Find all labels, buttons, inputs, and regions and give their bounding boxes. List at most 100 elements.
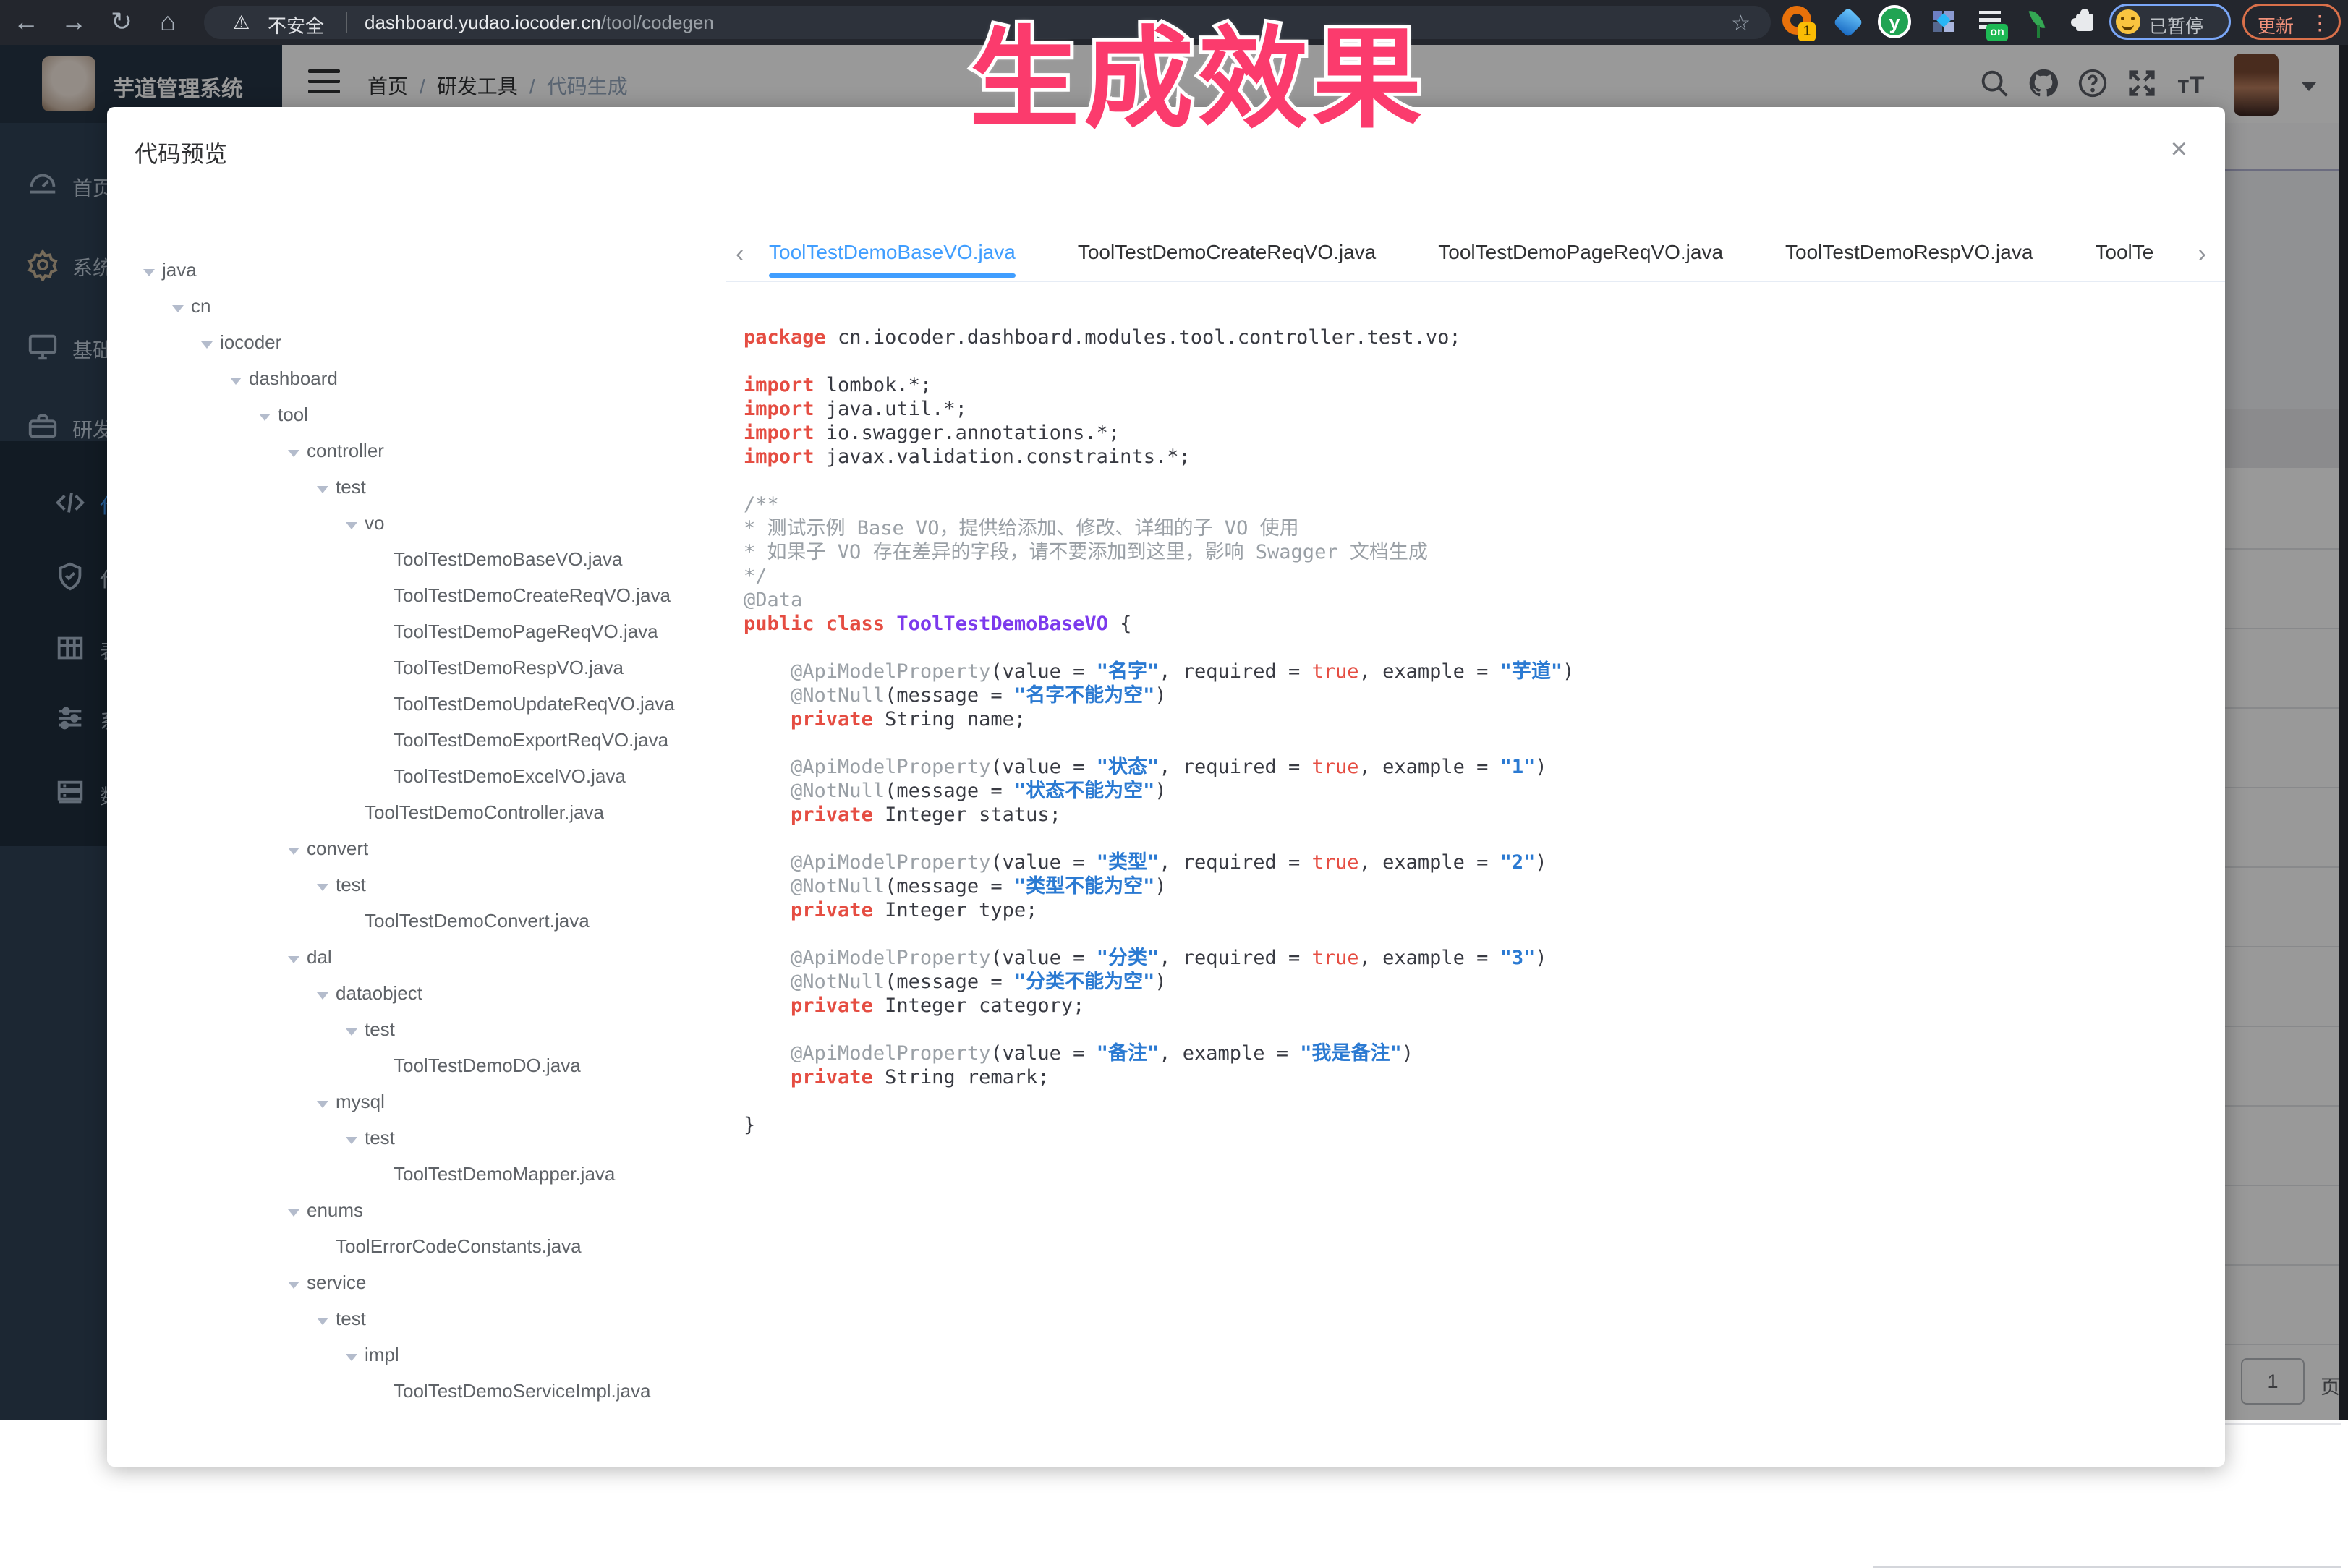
extension-icon-3[interactable]: y bbox=[1875, 4, 1913, 41]
tree-expand-caret-icon[interactable] bbox=[201, 331, 220, 354]
tree-file-node[interactable]: ToolTestDemoPageReqVO.java bbox=[107, 613, 726, 649]
extension-icon-2[interactable] bbox=[1829, 4, 1866, 41]
tree-expand-caret-icon[interactable] bbox=[346, 1127, 365, 1149]
tree-folder-node[interactable]: test bbox=[107, 1300, 726, 1337]
tree-file-node[interactable]: ToolTestDemoConvert.java bbox=[107, 903, 726, 939]
tree-folder-node[interactable]: enums bbox=[107, 1192, 726, 1228]
tree-folder-node[interactable]: iocoder bbox=[107, 324, 726, 360]
tree-folder-node[interactable]: vo bbox=[107, 505, 726, 541]
tree-folder-node[interactable]: test bbox=[107, 1120, 726, 1156]
extension-icon-6[interactable] bbox=[2020, 4, 2057, 41]
tree-expand-caret-icon[interactable] bbox=[317, 1308, 336, 1330]
close-icon[interactable]: × bbox=[2171, 135, 2187, 163]
browser-menu-icon[interactable]: ⋮ bbox=[2310, 11, 2330, 35]
tree-folder-node[interactable]: dashboard bbox=[107, 360, 726, 396]
green-circle-icon: y bbox=[1878, 5, 1911, 38]
code-preview-dialog: 代码预览 × javacniocoderdashboardtoolcontrol… bbox=[107, 107, 2225, 1467]
tree-expand-caret-icon[interactable] bbox=[288, 946, 307, 968]
tree-node-label: test bbox=[336, 476, 366, 498]
tree-file-node[interactable]: ToolTestDemoController.java bbox=[107, 794, 726, 830]
tree-expand-caret-icon[interactable] bbox=[288, 1271, 307, 1294]
tree-folder-node[interactable]: service bbox=[107, 1264, 726, 1300]
code-line: public class ToolTestDemoBaseVO { bbox=[744, 612, 2225, 636]
extensions-menu-button[interactable] bbox=[2066, 4, 2104, 41]
tree-file-node[interactable]: ToolTestDemoExcelVO.java bbox=[107, 758, 726, 794]
extension-icon-5[interactable]: on bbox=[1972, 4, 2009, 41]
tree-folder-node[interactable]: mysql bbox=[107, 1083, 726, 1120]
tree-file-node[interactable]: ToolErrorCodeConstants.java bbox=[107, 1228, 726, 1264]
tree-expand-caret-icon[interactable] bbox=[317, 476, 336, 498]
window-scrollbar-strip[interactable] bbox=[2339, 45, 2348, 1420]
tree-expand-caret-icon[interactable] bbox=[317, 1091, 336, 1113]
tree-folder-node[interactable]: controller bbox=[107, 433, 726, 469]
code-line: * 如果子 VO 存在差异的字段，请不要添加到这里，影响 Swagger 文档生… bbox=[744, 540, 2225, 564]
tree-folder-node[interactable]: tool bbox=[107, 396, 726, 433]
tree-expand-caret-icon[interactable] bbox=[346, 1018, 365, 1041]
tree-node-label: iocoder bbox=[220, 331, 281, 354]
tree-folder-node[interactable]: java bbox=[107, 252, 726, 288]
browser-profile-chip[interactable]: 已暂停 bbox=[2109, 4, 2231, 40]
tree-node-label: service bbox=[307, 1271, 366, 1294]
tree-expand-caret-icon[interactable] bbox=[288, 1199, 307, 1222]
tree-expand-caret-icon[interactable] bbox=[172, 295, 191, 318]
list-lines-icon bbox=[1979, 11, 2001, 14]
tree-node-label: ToolTestDemoBaseVO.java bbox=[394, 548, 622, 571]
file-tab[interactable]: ToolTestDemoBaseVO.java bbox=[769, 234, 1016, 281]
tree-node-label: ToolTestDemoServiceImpl.java bbox=[394, 1380, 650, 1402]
sync-paused-label: 已暂停 bbox=[2149, 12, 2203, 38]
code-line: @Data bbox=[744, 588, 2225, 612]
tree-expand-caret-icon[interactable] bbox=[317, 874, 336, 896]
tree-folder-node[interactable]: test bbox=[107, 469, 726, 505]
tree-expand-caret-icon[interactable] bbox=[317, 982, 336, 1005]
code-line: * 测试示例 Base VO，提供给添加、修改、详细的子 VO 使用 bbox=[744, 516, 2225, 540]
code-line: import lombok.*; bbox=[744, 373, 2225, 397]
tree-file-node[interactable]: ToolTestDemoExportReqVO.java bbox=[107, 722, 726, 758]
puzzle-icon bbox=[2066, 4, 2101, 38]
tree-folder-node[interactable]: cn bbox=[107, 288, 726, 324]
tree-file-node[interactable]: ToolTestDemoUpdateReqVO.java bbox=[107, 686, 726, 722]
tree-expand-caret-icon[interactable] bbox=[259, 404, 278, 426]
tree-expand-caret-icon[interactable] bbox=[230, 367, 249, 390]
code-line: @NotNull(message = "名字不能为空") bbox=[744, 683, 2225, 707]
tree-folder-node[interactable]: impl bbox=[107, 1337, 726, 1373]
tree-node-label: ToolTestDemoMapper.java bbox=[394, 1163, 615, 1185]
tree-file-node[interactable]: ToolTestDemoServiceImpl.java bbox=[107, 1373, 726, 1409]
browser-home-button[interactable]: ⌂ bbox=[148, 0, 188, 45]
tree-folder-node[interactable]: dal bbox=[107, 939, 726, 975]
file-tab[interactable]: ToolTestDemoPageReqVO.java bbox=[1438, 234, 1723, 281]
tree-file-node[interactable]: ToolTestDemoBaseVO.java bbox=[107, 541, 726, 577]
browser-back-button[interactable]: ← bbox=[6, 0, 46, 45]
bookmark-star-icon[interactable]: ☆ bbox=[1731, 11, 1751, 36]
tabs-scroll-right-icon[interactable]: › bbox=[2198, 240, 2206, 268]
app-page: 芋道管理系统 首页系统基础研发代代表系数 首页/研发工具/代码生成 тT bbox=[0, 45, 2348, 1420]
browser-forward-button[interactable]: → bbox=[54, 0, 94, 45]
file-tab[interactable]: ToolTestDemoRespVO.java bbox=[1785, 234, 2033, 281]
tree-folder-node[interactable]: test bbox=[107, 866, 726, 903]
tree-expand-caret-icon[interactable] bbox=[288, 440, 307, 462]
code-line: @NotNull(message = "状态不能为空") bbox=[744, 779, 2225, 803]
browser-update-button[interactable]: 更新 ⋮ bbox=[2242, 4, 2341, 40]
tabs-scroll-left-icon[interactable]: ‹ bbox=[736, 240, 744, 268]
code-line bbox=[744, 636, 2225, 660]
avatar-emoji-icon bbox=[2116, 9, 2140, 34]
tree-expand-caret-icon[interactable] bbox=[346, 512, 365, 534]
extension-icon-4[interactable] bbox=[1924, 4, 1962, 41]
file-tab[interactable]: ToolTestDemoCreateReqVO.java bbox=[1078, 234, 1376, 281]
tree-expand-caret-icon[interactable] bbox=[288, 838, 307, 860]
tree-node-label: mysql bbox=[336, 1091, 385, 1113]
tree-node-label: cn bbox=[191, 295, 210, 318]
on-badge: on bbox=[1986, 24, 2008, 41]
tree-file-node[interactable]: ToolTestDemoDO.java bbox=[107, 1047, 726, 1083]
tree-expand-caret-icon[interactable] bbox=[143, 259, 162, 281]
tree-node-label: test bbox=[365, 1127, 395, 1149]
tree-file-node[interactable]: ToolTestDemoMapper.java bbox=[107, 1156, 726, 1192]
extension-icon-1[interactable]: 1 bbox=[1778, 4, 1816, 41]
tree-folder-node[interactable]: dataobject bbox=[107, 975, 726, 1011]
tree-file-node[interactable]: ToolTestDemoCreateReqVO.java bbox=[107, 577, 726, 613]
tree-folder-node[interactable]: test bbox=[107, 1011, 726, 1047]
file-tab[interactable]: ToolTe bbox=[2095, 234, 2153, 281]
browser-reload-button[interactable]: ↻ bbox=[101, 0, 142, 45]
tree-file-node[interactable]: ToolTestDemoRespVO.java bbox=[107, 649, 726, 686]
tree-folder-node[interactable]: convert bbox=[107, 830, 726, 866]
tree-expand-caret-icon[interactable] bbox=[346, 1344, 365, 1366]
